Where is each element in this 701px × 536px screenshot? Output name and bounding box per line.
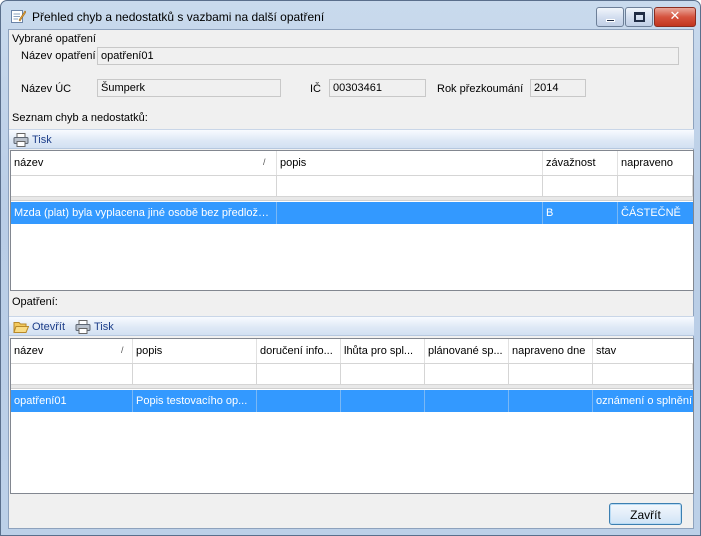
defects-col-description[interactable]: popis (277, 151, 543, 175)
sort-icon: / (121, 345, 124, 355)
review-year-field[interactable]: 2014 (530, 79, 586, 97)
ic-label: IČ (310, 83, 321, 95)
maximize-icon (634, 12, 645, 22)
measure-description-cell[interactable]: Popis testovacího op... (133, 390, 257, 412)
defects-section-label: Seznam chyb a nedostatků: (12, 112, 148, 124)
defects-print-button[interactable]: Tisk (13, 132, 52, 148)
measures-filter-row (11, 364, 693, 385)
defects-filter-row (11, 176, 693, 197)
measures-filter-deadline[interactable] (341, 364, 425, 385)
measures-col-description[interactable]: popis (133, 339, 257, 363)
uc-name-field[interactable]: Šumperk (97, 79, 281, 97)
minimize-button[interactable] (596, 7, 624, 27)
measures-col-state[interactable]: stav (593, 339, 693, 363)
defects-grid-header: název / popis závažnost napraveno (11, 151, 693, 176)
measures-filter-info-delivery[interactable] (257, 364, 341, 385)
measures-col-deadline-label: lhůta pro spl... (344, 345, 414, 357)
maximize-button[interactable] (625, 7, 653, 27)
measures-col-fixed-date[interactable]: napraveno dne (509, 339, 593, 363)
close-icon: ✕ (669, 9, 681, 24)
defects-filter-description[interactable] (277, 176, 543, 197)
defect-severity-cell[interactable]: B (543, 202, 618, 224)
measure-state-cell[interactable]: oznámení o splnění (593, 390, 693, 412)
measures-col-deadline[interactable]: lhůta pro spl... (341, 339, 425, 363)
defect-fixed-cell[interactable]: ČÁSTEČNĚ (618, 202, 693, 224)
ic-field[interactable]: 00303461 (329, 79, 426, 97)
measure-fixed-date-cell[interactable] (509, 390, 593, 412)
measures-col-fixed-date-label: napraveno dne (512, 345, 586, 357)
uc-name-label: Název ÚC (21, 83, 72, 95)
minimize-icon (606, 19, 615, 22)
measures-col-state-label: stav (596, 345, 617, 357)
measures-col-info-delivery-label: doručení info... (260, 345, 333, 357)
measures-col-description-label: popis (136, 345, 163, 357)
measures-grid-header: název / popis doručení info... lhůta pro… (11, 339, 693, 364)
measures-open-label: Otevřít (32, 321, 66, 333)
measures-col-planned[interactable]: plánované sp... (425, 339, 509, 363)
edit-form-icon (11, 10, 26, 23)
main-window: Přehled chyb a nedostatků s vazbami na d… (0, 0, 701, 536)
measures-filter-description[interactable] (133, 364, 257, 385)
defects-col-severity[interactable]: závažnost (543, 151, 618, 175)
measures-filter-name[interactable] (11, 364, 133, 385)
measures-grid: název / popis doručení info... lhůta pro… (10, 338, 694, 494)
measures-col-info-delivery[interactable]: doručení info... (257, 339, 341, 363)
printer-icon (75, 320, 91, 334)
window-title: Přehled chyb a nedostatků s vazbami na d… (32, 10, 325, 24)
close-window-button[interactable]: ✕ (654, 7, 696, 27)
measure-info-delivery-cell[interactable] (257, 390, 341, 412)
defect-description-cell[interactable] (277, 202, 543, 224)
measures-col-planned-label: plánované sp... (428, 345, 503, 357)
defects-grid-separator (11, 197, 693, 201)
measure-name-cell[interactable]: opatření01 (11, 390, 133, 412)
defects-col-description-label: popis (280, 157, 307, 169)
measures-filter-planned[interactable] (425, 364, 509, 385)
table-row[interactable]: Mzda (plat) byla vyplacena jiné osobě be… (11, 202, 693, 224)
folder-open-icon (13, 322, 29, 333)
measure-name-field[interactable]: opatření01 (97, 47, 679, 65)
measures-section-label: Opatření: (12, 296, 58, 308)
measures-col-name[interactable]: název (11, 339, 133, 363)
review-year-label: Rok přezkoumání (437, 83, 524, 95)
table-row[interactable]: opatření01 Popis testovacího op... oznám… (11, 390, 693, 412)
defects-filter-fixed[interactable] (618, 176, 693, 197)
measure-name-label: Název opatření (21, 50, 96, 62)
measures-filter-fixed-date[interactable] (509, 364, 593, 385)
measures-filter-state[interactable] (593, 364, 693, 385)
defects-filter-name[interactable] (11, 176, 277, 197)
title-bar[interactable]: Přehled chyb a nedostatků s vazbami na d… (1, 1, 700, 29)
sort-icon: / (263, 157, 266, 167)
measures-print-button[interactable]: Tisk (75, 319, 114, 335)
defects-grid: název / popis závažnost napraveno Mzda (… (10, 150, 694, 291)
defects-col-severity-label: závažnost (546, 157, 596, 169)
defects-col-fixed[interactable]: napraveno (618, 151, 693, 175)
measure-deadline-cell[interactable] (341, 390, 425, 412)
defects-filter-severity[interactable] (543, 176, 618, 197)
measures-col-name-label: název (14, 345, 44, 357)
measures-grid-separator (11, 385, 693, 389)
defects-col-name[interactable]: název (11, 151, 277, 175)
defect-name-cell[interactable]: Mzda (plat) byla vyplacena jiné osobě be… (11, 202, 277, 224)
defects-print-label: Tisk (32, 134, 52, 146)
close-button[interactable]: Zavřít (609, 503, 682, 525)
measures-open-button[interactable]: Otevřít (13, 319, 65, 335)
printer-icon (13, 133, 29, 147)
measures-print-label: Tisk (94, 321, 114, 333)
measure-planned-cell[interactable] (425, 390, 509, 412)
defects-toolbar: Tisk (9, 129, 694, 149)
selected-measure-group-label: Vybrané opatření (12, 33, 96, 45)
defects-col-fixed-label: napraveno (621, 157, 673, 169)
defects-col-name-label: název (14, 157, 44, 169)
measures-toolbar: Otevřít Tisk (9, 316, 694, 336)
